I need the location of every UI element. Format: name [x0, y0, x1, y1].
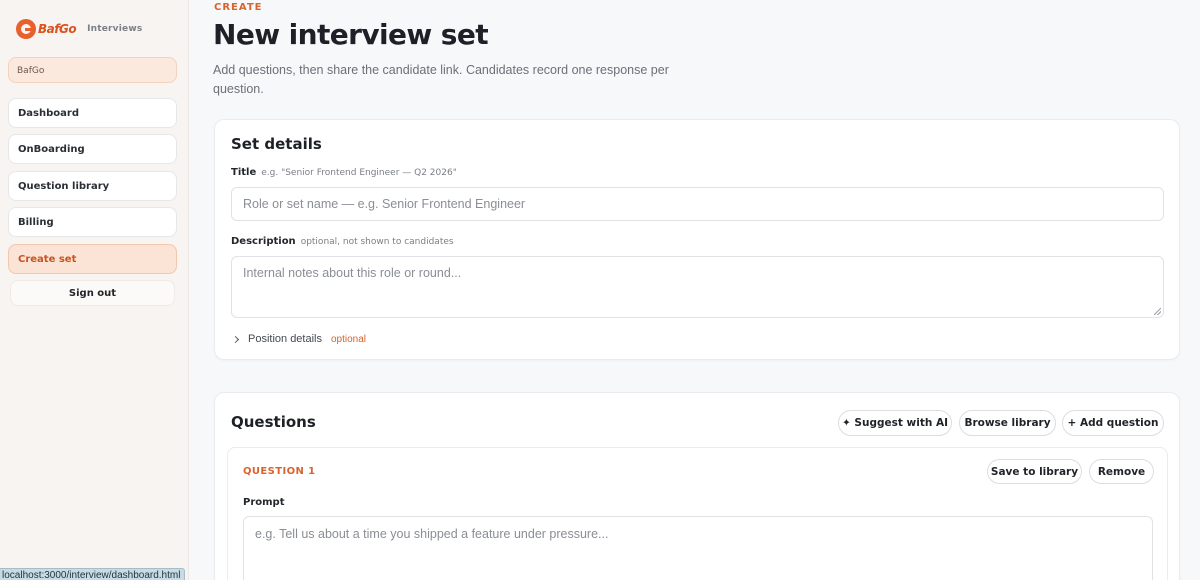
description-textarea[interactable]: Internal notes about this role or round.…: [231, 256, 1164, 318]
title-input[interactable]: Role or set name — e.g. Senior Frontend …: [231, 187, 1164, 221]
add-question-button[interactable]: + Add question: [1062, 410, 1164, 436]
description-field-label: Description optional, not shown to candid…: [231, 236, 454, 247]
suggest-with-ai-button[interactable]: ✦ Suggest with AI: [838, 410, 952, 436]
sidebar-item-onboarding[interactable]: OnBoarding: [8, 134, 177, 164]
browse-library-button[interactable]: Browse library: [959, 410, 1056, 436]
brand-subtitle: Interviews: [87, 24, 143, 34]
brand[interactable]: BafGo Interviews: [16, 19, 142, 39]
set-details-card: Set details Title e.g. "Senior Frontend E…: [214, 119, 1180, 360]
set-details-title: Set details: [231, 135, 322, 153]
sidebar-item-billing[interactable]: Billing: [8, 207, 177, 237]
position-details-toggle[interactable]: Position details optional: [231, 333, 366, 345]
page-title: New interview set: [213, 18, 489, 51]
sign-out-button[interactable]: Sign out: [10, 280, 175, 306]
description-label-text: Description: [231, 236, 296, 247]
brand-logo-icon: [16, 19, 36, 39]
questions-title: Questions: [231, 413, 316, 431]
sidebar-item-create-set[interactable]: Create set: [8, 244, 177, 274]
question-item: QUESTION 1 Save to library Remove Prompt…: [227, 447, 1168, 580]
description-field-hint: optional, not shown to candidates: [300, 237, 454, 247]
sidebar-item-question-library[interactable]: Question library: [8, 171, 177, 201]
page-description: Add questions, then share the candidate …: [213, 63, 669, 96]
title-field-label: Title e.g. "Senior Frontend Engineer — Q2…: [231, 167, 457, 178]
brand-name: BafGo: [38, 22, 77, 36]
position-details-label: Position details: [248, 333, 322, 345]
resize-grip-icon[interactable]: [1154, 308, 1161, 315]
prompt-textarea[interactable]: e.g. Tell us about a time you shipped a …: [243, 516, 1153, 580]
chevron-right-icon: [231, 335, 240, 343]
title-label-text: Title: [231, 167, 257, 178]
sidebar-item-dashboard[interactable]: Dashboard: [8, 98, 177, 128]
browser-status-url: localhost:3000/interview/dashboard.html: [0, 568, 186, 580]
organization-selector[interactable]: BafGo: [8, 57, 177, 83]
save-to-library-button[interactable]: Save to library: [987, 459, 1082, 484]
prompt-label: Prompt: [243, 497, 285, 508]
questions-card: Questions ✦ Suggest with AI Browse libra…: [214, 392, 1180, 580]
page-eyebrow: CREATE: [214, 2, 263, 13]
title-field-hint: e.g. "Senior Frontend Engineer — Q2 2026…: [261, 168, 457, 178]
optional-tag: optional: [331, 333, 367, 345]
sidebar: BafGo Interviews BafGo Dashboard OnBoard…: [0, 0, 189, 580]
question-number-label: QUESTION 1: [243, 466, 316, 477]
description-placeholder: Internal notes about this role or round.…: [243, 266, 462, 280]
remove-question-button[interactable]: Remove: [1089, 459, 1154, 484]
